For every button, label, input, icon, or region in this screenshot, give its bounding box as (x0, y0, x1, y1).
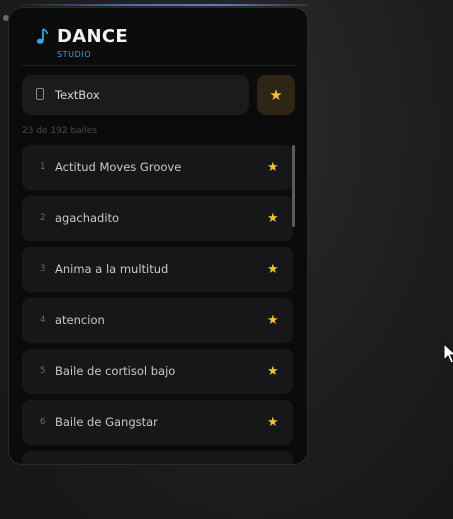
mouse-cursor-icon (443, 343, 453, 364)
item-name: atencion (55, 313, 105, 327)
item-number: 2 (40, 213, 46, 223)
item-number: 1 (40, 162, 46, 172)
list-item[interactable]: 5 Baile de cortisol bajo ★ (22, 349, 293, 394)
item-name: agachadito (55, 211, 120, 225)
item-number: 5 (40, 366, 46, 376)
list-item[interactable]: 2 agachadito ★ (22, 196, 293, 241)
dance-studio-panel: DANCE STUDIO ★ 23 de 192 bailes 1 Actitu… (8, 7, 308, 465)
star-icon[interactable]: ★ (267, 400, 279, 445)
list-scrollbar[interactable] (292, 145, 295, 464)
results-count: 23 de 192 bailes (22, 126, 97, 136)
star-icon[interactable]: ★ (267, 196, 279, 241)
list-item[interactable]: 1 Actitud Moves Groove ★ (22, 145, 293, 190)
list-item[interactable]: 3 Anima a la multitud ★ (22, 247, 293, 292)
item-name: Baile de Gangstar (55, 415, 158, 429)
item-number: 4 (40, 315, 46, 325)
item-number: 6 (40, 417, 46, 427)
dance-list[interactable]: 1 Actitud Moves Groove ★ 2 agachadito ★ … (22, 145, 294, 464)
panel-header: DANCE STUDIO (9, 8, 307, 65)
list-item[interactable]: 6 Baile de Gangstar ★ (22, 400, 293, 445)
star-icon[interactable]: ★ (267, 247, 279, 292)
search-box[interactable] (22, 75, 249, 115)
item-number: 3 (40, 264, 46, 274)
scrollbar-thumb[interactable] (292, 145, 295, 227)
star-icon[interactable]: ★ (267, 298, 279, 343)
item-name: Baile de cortisol bajo (55, 364, 176, 378)
favorites-filter-button[interactable]: ★ (257, 75, 295, 115)
brand-title: DANCE (57, 26, 128, 47)
top-accent-line (12, 4, 308, 6)
music-note-icon (36, 28, 49, 44)
list-item-partial[interactable] (22, 451, 293, 464)
star-icon[interactable]: ★ (267, 349, 279, 394)
header-divider (22, 65, 295, 66)
brand-subtitle: STUDIO (57, 50, 92, 59)
phone-icon (36, 88, 44, 100)
star-icon: ★ (269, 86, 283, 104)
list-item[interactable]: 4 atencion ★ (22, 298, 293, 343)
search-input[interactable] (55, 75, 240, 115)
item-name: Actitud Moves Groove (55, 160, 182, 174)
item-name: Anima a la multitud (55, 262, 169, 276)
star-icon[interactable]: ★ (267, 145, 279, 190)
